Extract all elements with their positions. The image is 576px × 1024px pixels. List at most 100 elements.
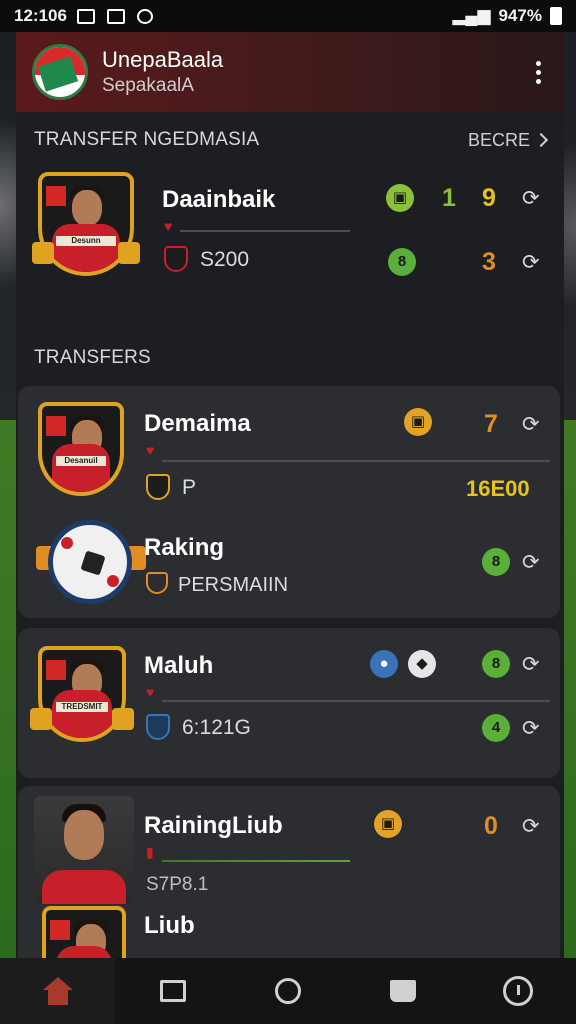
refresh-icon[interactable]: ⟳ [522, 652, 540, 677]
favorite-icon[interactable]: ♥ [146, 442, 154, 458]
player-crest: Desunn [32, 172, 140, 276]
crest-banner: Desunn [56, 236, 116, 246]
refresh-icon[interactable]: ⟳ [522, 550, 540, 575]
stat-icon-a: ▣ [386, 184, 414, 212]
club-badge-icon [164, 246, 188, 272]
transfer-card: TREDSMIT Maluh ♥ 6:121G ● ◆ 8 ⟳ 4 ⟳ [18, 628, 560, 778]
nav-clock[interactable] [461, 958, 576, 1024]
featured-section-header: TRANSFER NGEDMASIA BECRE [16, 114, 564, 166]
value: 7 [484, 410, 498, 438]
transfers-section-title: TRANSFERS [34, 347, 151, 368]
list-item[interactable]: Desanuil Demaima ♥ P ▣ 7 ⟳ 16E00 [18, 386, 560, 506]
crest-banner: TREDSMIT [56, 702, 108, 712]
player-name[interactable]: Liub [144, 912, 195, 940]
crest-banner: Desanuil [56, 456, 106, 466]
club-logo-icon: ● [370, 650, 398, 678]
row-divider [162, 700, 550, 702]
club-ball-logo [48, 520, 132, 604]
flag-icon [46, 186, 66, 206]
club-badge-icon [146, 714, 170, 740]
player-sub-value: S200 [200, 248, 250, 271]
status-right: ▂▄▆ 947% [452, 6, 562, 26]
home-icon [42, 977, 73, 1005]
refresh-icon[interactable]: ⟳ [522, 716, 540, 741]
score-c: 3 [482, 248, 496, 276]
player-photo [34, 796, 134, 904]
battery-percent: 947% [498, 6, 542, 25]
nav-square[interactable] [115, 958, 230, 1024]
nav-home[interactable] [0, 958, 116, 1024]
more-options-icon[interactable] [528, 60, 548, 84]
favorite-icon[interactable]: ♥ [164, 218, 172, 234]
refresh-icon[interactable]: ⟳ [522, 814, 540, 839]
notification-icon [76, 8, 95, 24]
chevron-right-icon [533, 132, 549, 148]
pitch-edge-right [564, 420, 576, 960]
app-icon [136, 8, 153, 24]
stat-icon: 4 [482, 714, 510, 742]
nav-circle[interactable] [230, 958, 345, 1024]
row-divider [162, 460, 550, 462]
app-logo[interactable] [32, 44, 88, 100]
player-name[interactable]: Demaima [144, 410, 251, 438]
list-item[interactable]: TREDSMIT Maluh ♥ 6:121G ● ◆ 8 ⟳ 4 ⟳ [18, 628, 560, 778]
status-bar: 12:106 ▂▄▆ 947% [0, 0, 576, 32]
player-sub-value: P [182, 476, 197, 499]
favorite-icon[interactable]: ▮ [146, 844, 154, 861]
club-sub-label: PERSMAIIN [178, 574, 289, 596]
player-sub-value: 6:121G [182, 716, 251, 739]
stat-icon: 8 [482, 650, 510, 678]
player-name[interactable]: Maluh [144, 652, 213, 680]
value: 0 [484, 812, 498, 840]
list-item[interactable]: RainingLiub ▮ S7P8.1 ▣ 0 ⟳ [18, 786, 560, 904]
list-item[interactable]: Raking PERSMAIIN 8 ⟳ [18, 506, 560, 618]
circle-icon [275, 978, 301, 1004]
signal-icon: ▂▄▆ [452, 6, 491, 25]
app-window: UnepaBaala SepakaalA TRANSFER NGEDMASIA … [16, 32, 564, 958]
folder-icon [390, 980, 417, 1002]
score-a: 1 [442, 184, 456, 212]
clock-icon [503, 976, 534, 1006]
refresh-icon[interactable]: ⟳ [522, 412, 540, 437]
see-more-link[interactable]: BECRE [467, 129, 549, 151]
list-item[interactable]: Liub [18, 898, 560, 958]
player-sub-value: S7P8.1 [146, 874, 209, 895]
player-crest: Desanuil [38, 402, 124, 496]
transfer-card: Desanuil Demaima ♥ P ▣ 7 ⟳ 16E00 Raking … [18, 386, 560, 618]
player-name[interactable]: RainingLiub [144, 812, 283, 840]
featured-player-row[interactable]: Desunn Daainbaik ♥ S200 ▣ 1 9 ⟳ 8 3 ⟳ [16, 166, 564, 306]
crest-wing-right-icon [118, 242, 140, 264]
score-b: 9 [482, 184, 496, 212]
square-icon [159, 980, 186, 1002]
featured-section-title: TRANSFER NGEDMASIA [34, 129, 260, 150]
nav-folder[interactable] [346, 958, 461, 1024]
crest-wing-left-icon [32, 242, 54, 264]
club-name[interactable]: Raking [144, 534, 224, 562]
favorite-icon[interactable]: ♥ [146, 684, 154, 700]
status-time: 12:106 [14, 6, 67, 25]
row-divider [180, 230, 350, 232]
stat-icon: 8 [482, 548, 510, 576]
see-more-label: BECRE [467, 129, 530, 150]
refresh-icon[interactable]: ⟳ [522, 250, 540, 275]
transfer-amount: 16E00 [466, 476, 530, 501]
app-title: UnepaBaala [102, 47, 224, 72]
player-crest: TREDSMIT [30, 646, 134, 742]
club-logo-icon: ◆ [408, 650, 436, 678]
app-title-block: UnepaBaala SepakaalA [102, 47, 223, 97]
screenshot-icon [106, 8, 125, 24]
app-subtitle: SepakaalA [102, 75, 194, 96]
app-header: UnepaBaala SepakaalA [16, 32, 564, 112]
row-divider [162, 860, 350, 862]
stat-icon-b: 8 [388, 248, 416, 276]
player-name[interactable]: Daainbaik [162, 186, 275, 214]
stat-icon: ▣ [374, 810, 402, 838]
battery-icon [550, 7, 562, 25]
stat-icon: ▣ [404, 408, 432, 436]
bottom-navigation [0, 958, 576, 1024]
transfers-section-header: TRANSFERS [16, 332, 564, 384]
club-badge-icon [146, 474, 170, 500]
refresh-icon[interactable]: ⟳ [522, 186, 540, 211]
club-badge-icon [146, 572, 168, 594]
transfer-card: RainingLiub ▮ S7P8.1 ▣ 0 ⟳ Liub [18, 786, 560, 958]
